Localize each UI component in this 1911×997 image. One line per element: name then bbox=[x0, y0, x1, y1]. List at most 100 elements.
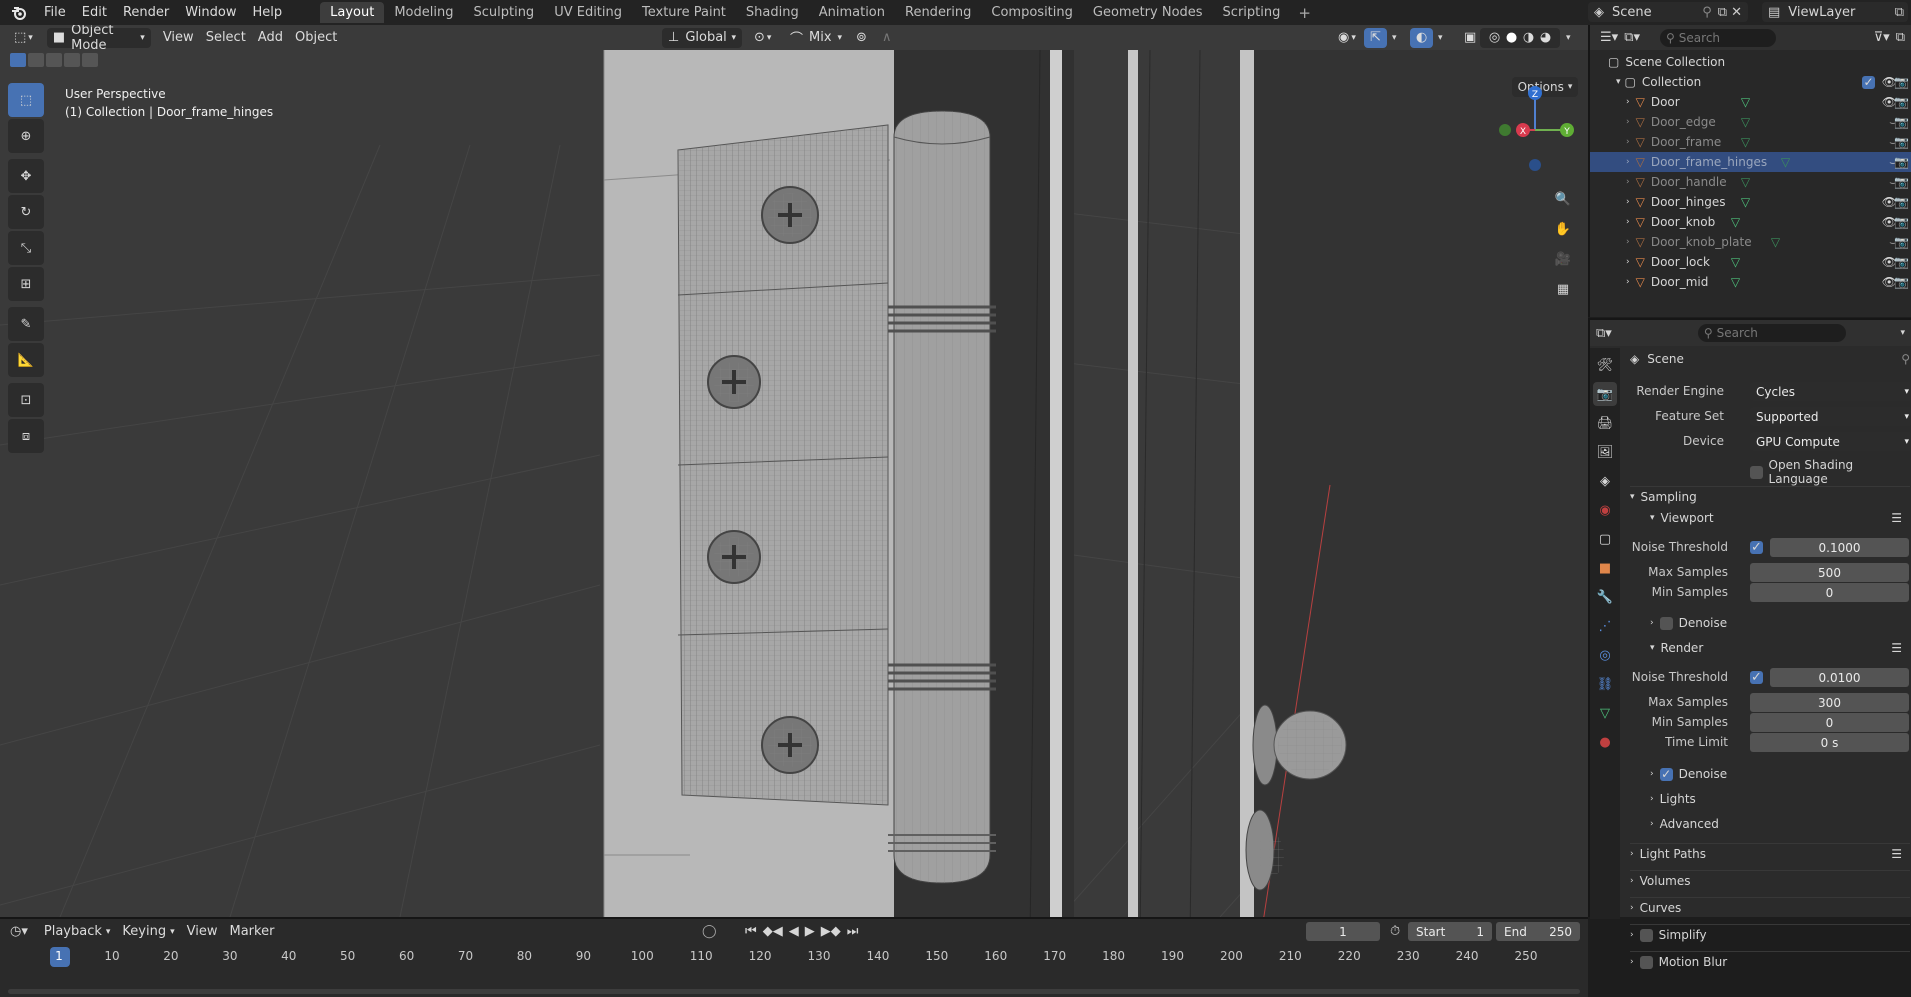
pan-view-button[interactable]: ✋ bbox=[1548, 215, 1578, 243]
viewport-menu-object[interactable]: Object bbox=[289, 28, 343, 48]
camera-icon[interactable]: 📷 bbox=[1894, 155, 1909, 169]
outliner-search-input[interactable]: ⚲ Search bbox=[1660, 28, 1776, 47]
camera-view-button[interactable]: 🎥 bbox=[1548, 245, 1578, 273]
camera-icon[interactable]: 📷 bbox=[1894, 195, 1909, 209]
tab-scripting[interactable]: Scripting bbox=[1213, 2, 1291, 23]
tab-data[interactable]: ▽ bbox=[1593, 701, 1617, 725]
camera-icon[interactable]: 📷 bbox=[1894, 175, 1909, 189]
viewport-max-samples-field[interactable]: 500 bbox=[1750, 563, 1909, 582]
viewport-noise-threshold-field[interactable]: 0.1000 bbox=[1770, 538, 1909, 557]
chevron-right-icon[interactable]: › bbox=[1626, 257, 1630, 267]
auto-keying-icon[interactable]: ◯ bbox=[702, 924, 717, 939]
move-tool[interactable]: ✥ bbox=[8, 159, 44, 193]
menu-render[interactable]: Render bbox=[115, 5, 177, 20]
timeline-ruler[interactable]: 1 10 20 30 40 50 60 70 80 90 100 110 120 130 140 150 160… bbox=[0, 947, 1588, 969]
select-box-tool[interactable]: ⬚ bbox=[8, 83, 44, 117]
outliner-item-door-lock[interactable]: › ▽ Door_lock ▽ 👁 📷 bbox=[1590, 252, 1911, 272]
lights-subpanel-header[interactable]: › Lights bbox=[1650, 792, 1696, 806]
viewport-subpanel-header[interactable]: ▾ Viewport ☰ bbox=[1650, 511, 1910, 525]
visibility-dropdown[interactable]: ◉ ▾ bbox=[1332, 28, 1362, 48]
jump-end-icon[interactable]: ⏭ bbox=[847, 924, 859, 939]
pin-icon[interactable]: ⚲ bbox=[1702, 5, 1712, 20]
outliner-item-door-handle[interactable]: › ▽ Door_handle ▽ ⌣ 📷 bbox=[1590, 172, 1911, 192]
list-icon[interactable]: ☰ bbox=[1891, 511, 1902, 525]
view-layer-selector[interactable]: ▤ ViewLayer ⧉ bbox=[1762, 2, 1908, 22]
tab-world[interactable]: ◉ bbox=[1593, 498, 1617, 522]
chevron-right-icon[interactable]: › bbox=[1626, 277, 1630, 287]
outliner-scene-collection[interactable]: ▢ Scene Collection bbox=[1590, 52, 1911, 72]
snap-dropdown[interactable]: ⌒ Mix ▾ bbox=[784, 28, 848, 48]
new-view-layer-icon[interactable]: ⧉ bbox=[1895, 5, 1904, 20]
chevron-down-icon[interactable]: ▾ bbox=[1392, 33, 1397, 43]
playback-menu[interactable]: Playback ▾ bbox=[38, 922, 117, 942]
marker-menu[interactable]: Marker bbox=[223, 922, 280, 942]
render-min-samples-field[interactable]: 0 bbox=[1750, 713, 1909, 732]
chevron-right-icon[interactable]: › bbox=[1626, 177, 1630, 187]
feature-set-dropdown[interactable]: Supported ▾ bbox=[1750, 407, 1911, 426]
proportional-falloff-button[interactable]: ∧ bbox=[876, 28, 898, 48]
camera-icon[interactable]: 📷 bbox=[1894, 115, 1909, 129]
add-cube-tool[interactable]: ⊡ bbox=[8, 383, 44, 417]
viewport-noise-threshold-checkbox[interactable]: ✓ bbox=[1750, 540, 1763, 555]
simplify-checkbox[interactable] bbox=[1639, 928, 1653, 942]
pivot-point-dropdown[interactable]: ⊙ ▾ bbox=[748, 28, 777, 48]
filter-icon[interactable]: ⊽▾ bbox=[1874, 30, 1890, 45]
render-noise-threshold-field[interactable]: 0.0100 bbox=[1770, 668, 1909, 687]
timeline-editor-icon[interactable]: ◷▾ bbox=[10, 924, 28, 939]
osl-checkbox[interactable] bbox=[1750, 465, 1763, 479]
chevron-right-icon[interactable]: › bbox=[1626, 237, 1630, 247]
new-collection-icon[interactable]: ⧉ bbox=[1896, 30, 1905, 45]
render-time-limit-field[interactable]: 0 s bbox=[1750, 733, 1909, 752]
light-paths-panel-header[interactable]: › Light Paths ☰ bbox=[1630, 843, 1910, 861]
volumes-panel-header[interactable]: › Volumes bbox=[1630, 870, 1910, 888]
chevron-right-icon[interactable]: › bbox=[1626, 197, 1630, 207]
extra-tool[interactable]: ⧈ bbox=[8, 419, 44, 453]
chevron-down-icon[interactable]: ▾ bbox=[1566, 33, 1571, 43]
select-new-icon[interactable] bbox=[10, 53, 26, 67]
gizmo-toggle[interactable]: ⇱ bbox=[1364, 27, 1387, 48]
camera-icon[interactable]: 📷 bbox=[1894, 75, 1909, 89]
wireframe-shading-icon[interactable]: ◎ bbox=[1489, 30, 1500, 45]
outliner-item-door-edge[interactable]: › ▽ Door_edge ▽ ⌣ 📷 bbox=[1590, 112, 1911, 132]
camera-icon[interactable]: 📷 bbox=[1894, 215, 1909, 229]
timeline-scrollbar[interactable] bbox=[8, 989, 1580, 994]
new-scene-icon[interactable]: ⧉ bbox=[1718, 5, 1727, 20]
proportional-editing-toggle[interactable]: ⊚ bbox=[850, 28, 873, 48]
outliner-item-door-knob-plate[interactable]: › ▽ Door_knob_plate ▽ ⌣ 📷 bbox=[1590, 232, 1911, 252]
transform-tool[interactable]: ⊞ bbox=[8, 267, 44, 301]
navigation-gizmo[interactable]: Z Y X bbox=[1495, 85, 1575, 185]
transform-orientation-dropdown[interactable]: ⊥ Global ▾ bbox=[662, 27, 742, 48]
rendered-shading-icon[interactable]: ◕ bbox=[1540, 30, 1551, 45]
xray-toggle[interactable]: ▣ bbox=[1458, 28, 1482, 48]
render-engine-dropdown[interactable]: Cycles ▾ bbox=[1750, 382, 1911, 401]
end-frame-field[interactable]: End 250 bbox=[1496, 922, 1580, 941]
render-denoise-checkbox[interactable]: ✓ bbox=[1659, 767, 1673, 781]
tab-view-layer[interactable]: 🖼 bbox=[1593, 440, 1617, 464]
chevron-down-icon[interactable]: ▾ bbox=[1438, 33, 1443, 43]
viewport-denoise-row[interactable]: › Denoise bbox=[1650, 616, 1727, 630]
object-mode-dropdown[interactable]: ■ Object Mode ▾ bbox=[46, 25, 151, 53]
sampling-panel-header[interactable]: ▾ Sampling bbox=[1630, 486, 1910, 504]
display-mode-icon[interactable]: ⧉▾ bbox=[1624, 30, 1640, 45]
solid-shading-icon[interactable]: ● bbox=[1506, 30, 1517, 45]
chevron-down-icon[interactable]: ▾ bbox=[1900, 328, 1905, 338]
outliner-collection[interactable]: ▾ ▢ Collection ✓ 👁 📷 bbox=[1590, 72, 1911, 92]
menu-file[interactable]: File bbox=[36, 5, 74, 20]
tab-particles[interactable]: ⋰ bbox=[1593, 614, 1617, 638]
chevron-right-icon[interactable]: › bbox=[1626, 117, 1630, 127]
outliner-editor-icon[interactable]: ☰▾ bbox=[1600, 30, 1618, 45]
outliner-item-door-frame[interactable]: › ▽ Door_frame ▽ ⌣ 📷 bbox=[1590, 132, 1911, 152]
outliner-item-door-frame-hinges[interactable]: › ▽ Door_frame_hinges ▽ ⌣ 📷 bbox=[1590, 152, 1911, 172]
blender-logo-icon[interactable] bbox=[8, 2, 30, 24]
pin-icon[interactable]: ⚲ bbox=[1901, 352, 1910, 366]
menu-edit[interactable]: Edit bbox=[74, 5, 115, 20]
select-subtract-icon[interactable] bbox=[46, 53, 62, 67]
tab-render[interactable]: 📷 bbox=[1593, 382, 1617, 406]
menu-help[interactable]: Help bbox=[245, 5, 291, 20]
render-denoise-row[interactable]: › ✓ Denoise bbox=[1650, 767, 1727, 781]
outliner-item-door[interactable]: › ▽ Door ▽ 👁 📷 bbox=[1590, 92, 1911, 112]
tab-object[interactable]: ■ bbox=[1593, 556, 1617, 580]
play-reverse-icon[interactable]: ◀ bbox=[789, 924, 799, 939]
rotate-tool[interactable]: ↻ bbox=[8, 195, 44, 229]
tab-output[interactable]: 🖨 bbox=[1593, 411, 1617, 435]
